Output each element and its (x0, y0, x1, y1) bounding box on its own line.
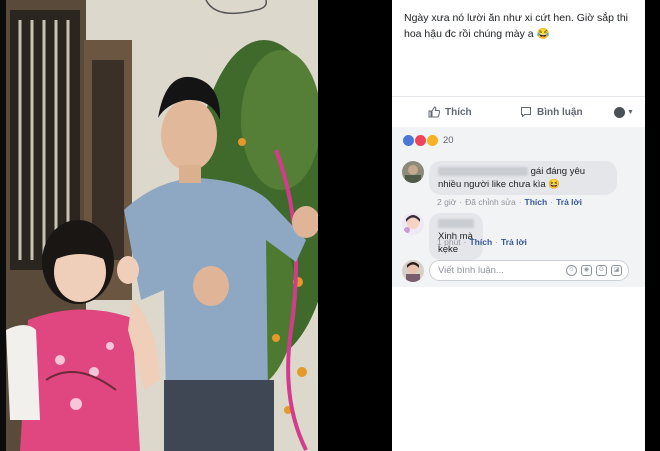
comment-button-label: Bình luận (537, 106, 583, 118)
blurred-name (438, 166, 528, 176)
comment-time: 2 giờ (437, 197, 457, 207)
post-caption: Ngày xưa nó lười ăn như xi cứt hen. Giờ … (404, 12, 628, 40)
audience-selector[interactable]: ▼ (614, 97, 634, 127)
comment-time: 1 phút (437, 237, 461, 247)
post-panel: Ngày xưa nó lười ăn như xi cứt hen. Giờ … (392, 0, 645, 451)
sticker-icon[interactable]: ◪ (611, 265, 622, 276)
like-button-label: Thích (445, 106, 472, 118)
comment-reply-link[interactable]: Trả lời (501, 237, 527, 247)
post-photo[interactable] (6, 0, 318, 451)
reactions-summary[interactable]: 20 (402, 134, 454, 147)
thumbs-up-icon (428, 106, 440, 118)
comment-icon (521, 107, 531, 118)
blurred-name (438, 218, 474, 228)
comment-composer: Viết bình luận... ☺ ◉ G ◪ (402, 259, 645, 283)
viewer-margin-right (645, 0, 660, 451)
avatar (402, 260, 424, 282)
post-actions-bar: Thích Bình luận ▼ (392, 96, 645, 128)
emoji-icon[interactable]: ☺ (566, 265, 577, 276)
avatar[interactable] (402, 213, 424, 235)
camera-icon[interactable]: ◉ (581, 265, 592, 276)
comment-like-link[interactable]: Thích (525, 197, 548, 207)
haha-icon (426, 134, 439, 147)
chevron-down-icon: ▼ (627, 108, 634, 116)
comment-like-link[interactable]: Thích (469, 237, 492, 247)
composer-icons: ☺ ◉ G ◪ (566, 265, 622, 276)
comment-meta: 1 phút · Thích · Trả lời (437, 237, 527, 247)
gif-icon[interactable]: G (596, 265, 607, 276)
comment-bubble: gái đáng yêu nhiều người like chưa kìa 😆 (429, 161, 617, 195)
reaction-count: 20 (443, 135, 454, 146)
viewer-margin (318, 0, 392, 451)
comment-reply-link[interactable]: Trả lời (556, 197, 582, 207)
comment-button[interactable]: Bình luận (520, 97, 583, 127)
comment-meta: 2 giờ · Đã chỉnh sửa · Thích · Trả lời (437, 197, 582, 207)
edited-label: Đã chỉnh sửa (465, 197, 516, 207)
comments-section: 20 gái đáng yêu nhiều người like chưa kì… (392, 127, 645, 287)
avatar[interactable] (402, 161, 424, 183)
globe-icon (614, 106, 625, 118)
comment-input[interactable]: Viết bình luận... ☺ ◉ G ◪ (429, 260, 629, 281)
comment-input-placeholder: Viết bình luận... (438, 265, 504, 276)
like-button[interactable]: Thích (428, 97, 472, 127)
